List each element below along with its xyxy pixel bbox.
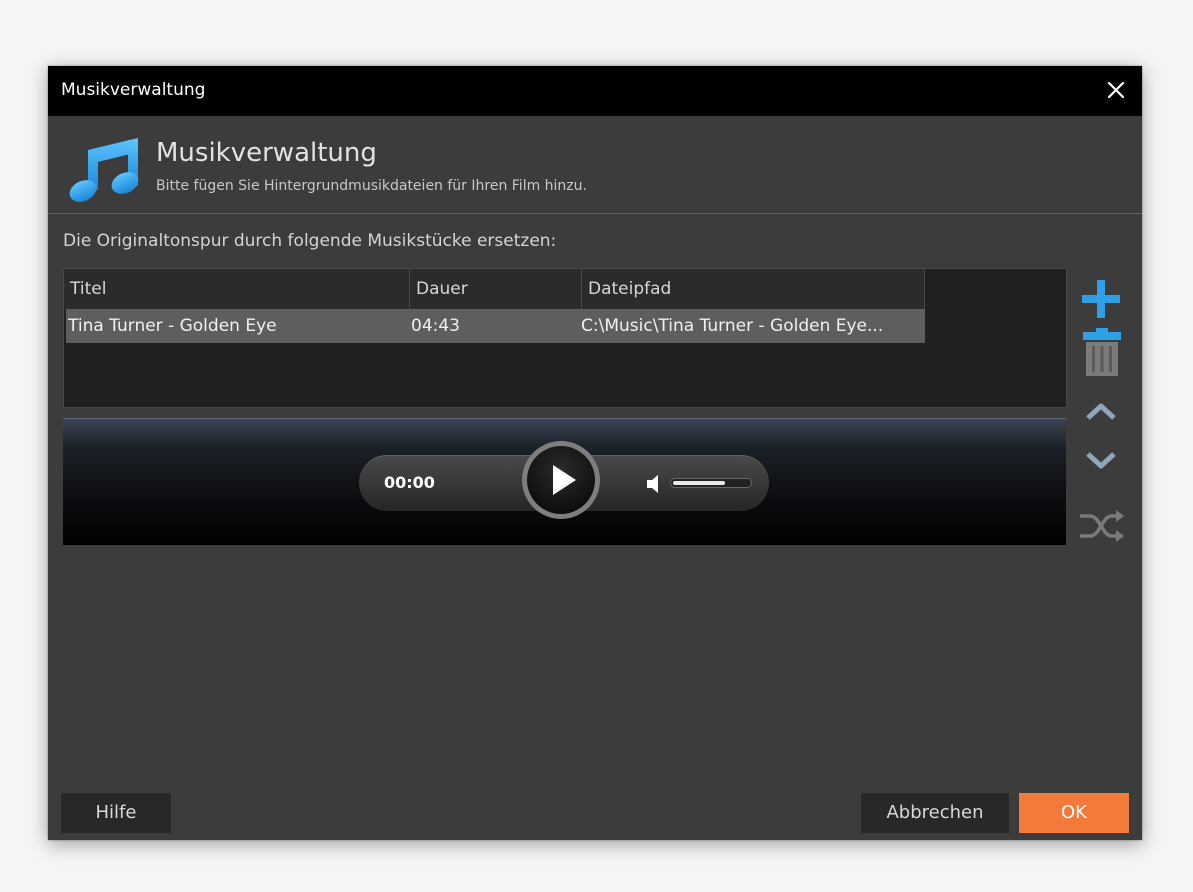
play-button-face <box>527 446 595 514</box>
music-note-icon <box>66 128 144 206</box>
audio-player: 00:00 <box>63 418 1066 545</box>
header-title: Musikverwaltung <box>156 138 377 168</box>
header-divider <box>48 213 1142 214</box>
intro-text: Die Originaltonspur durch folgende Musik… <box>63 231 557 251</box>
help-button[interactable]: Hilfe <box>61 793 171 833</box>
volume-slider[interactable] <box>670 478 752 488</box>
trash-icon[interactable] <box>1082 327 1122 381</box>
dialog-header: Musikverwaltung Bitte fügen Sie Hintergr… <box>48 116 1142 213</box>
table-header: Titel Dauer Dateipfad <box>64 269 925 309</box>
track-path: C:\Music\Tina Turner - Golden Eye... <box>581 316 884 336</box>
window-title: Musikverwaltung <box>61 80 206 100</box>
add-icon[interactable] <box>1078 276 1124 326</box>
ok-button[interactable]: OK <box>1019 793 1129 833</box>
track-duration: 04:43 <box>411 316 460 336</box>
volume-level <box>673 481 725 485</box>
column-header-title[interactable]: Titel <box>64 269 409 309</box>
track-title: Tina Turner - Golden Eye <box>68 316 277 336</box>
shuffle-icon[interactable] <box>1078 506 1126 550</box>
speaker-icon[interactable] <box>645 473 665 495</box>
move-down-icon[interactable] <box>1084 448 1118 478</box>
header-subtitle: Bitte fügen Sie Hintergrundmusikdateien … <box>156 178 587 194</box>
table-row[interactable]: Tina Turner - Golden Eye 04:43 C:\Music\… <box>66 309 925 343</box>
close-icon[interactable] <box>1104 78 1128 102</box>
playback-time: 00:00 <box>384 473 435 492</box>
cancel-button[interactable]: Abbrechen <box>861 793 1009 833</box>
play-icon <box>553 465 576 495</box>
music-manager-dialog: Musikverwaltung Musikverwaltung Bitte fü… <box>48 66 1142 840</box>
play-button[interactable] <box>522 441 600 519</box>
column-header-duration[interactable]: Dauer <box>409 269 581 309</box>
music-track-list[interactable]: Titel Dauer Dateipfad Tina Turner - Gold… <box>63 268 1067 408</box>
move-up-icon[interactable] <box>1084 398 1118 428</box>
title-bar: Musikverwaltung <box>48 66 1142 116</box>
column-header-path[interactable]: Dateipfad <box>581 269 925 309</box>
